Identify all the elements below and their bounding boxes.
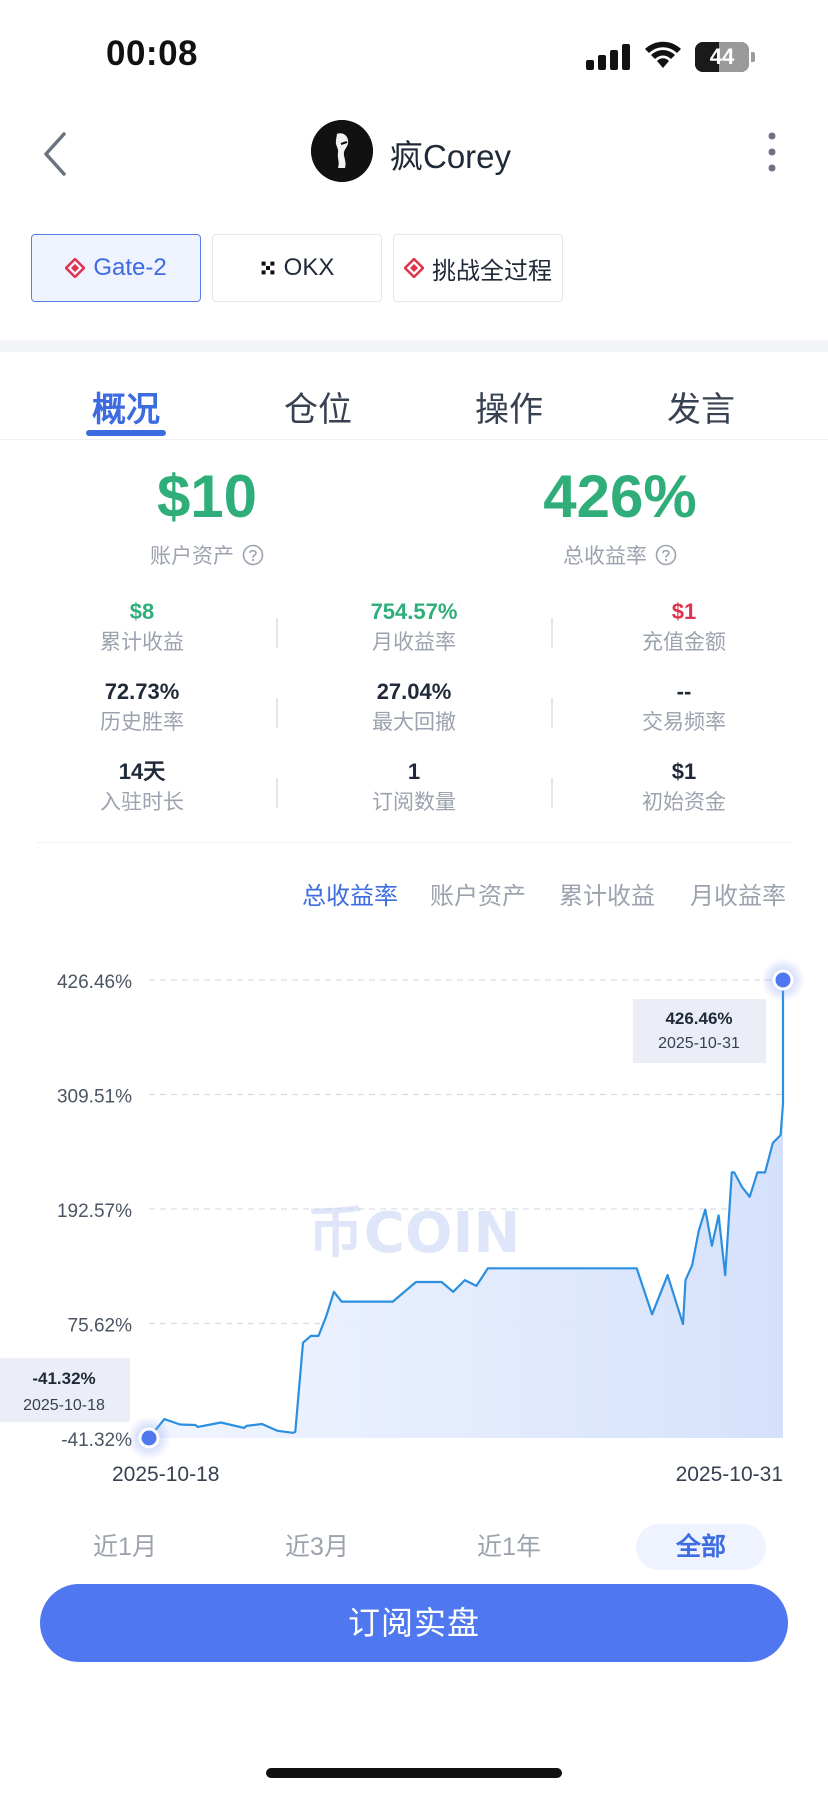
x-tick-label: 2025-10-18	[112, 1463, 219, 1486]
stat-divider	[276, 698, 278, 728]
end-tooltip-date: 2025-10-31	[658, 1035, 740, 1052]
stat-value: 754.57%	[370, 599, 458, 624]
stat-label: 订阅数量	[372, 791, 456, 814]
main-tabs: 概况 仓位 操作 发言	[0, 352, 828, 440]
period-tabs: 近1月 近3月 近1年 全部	[0, 1524, 828, 1574]
stat-label: 月收益率	[372, 631, 456, 654]
stat-cumulative-profit: $8 累计收益	[7, 598, 277, 658]
tab-posts[interactable]: 发言	[641, 382, 761, 431]
stat-divider	[276, 778, 278, 808]
stat-deposit-amount: $1 充值金额	[549, 598, 819, 658]
watermark-logo: 币COIN	[308, 1201, 520, 1266]
y-tick-label: -41.32%	[61, 1430, 132, 1451]
home-indicator	[266, 1768, 562, 1778]
stat-label: 初始资金	[642, 791, 726, 814]
y-tick-label: 75.62%	[68, 1316, 133, 1337]
start-tooltip-value: -41.32%	[32, 1369, 95, 1388]
tab-positions[interactable]: 仓位	[258, 382, 378, 431]
total-return-value: 426%	[543, 463, 697, 530]
stat-monthly-return: 754.57% 月收益率	[279, 598, 549, 658]
y-tick-label: 192.57%	[57, 1201, 132, 1222]
page-title: 疯Corey	[390, 138, 512, 175]
chevron-left-icon[interactable]	[40, 130, 70, 178]
help-icon[interactable]	[242, 544, 264, 566]
battery-icon: 44	[695, 42, 755, 72]
avatar[interactable]	[311, 120, 373, 182]
section-divider	[0, 340, 828, 352]
stat-trade-frequency: -- 交易频率	[549, 678, 819, 738]
y-tick-label: 309.51%	[57, 1087, 132, 1108]
platform-tab-label: OKX	[283, 254, 335, 281]
stat-value: 14天	[118, 759, 166, 784]
stat-value: 72.73%	[104, 679, 180, 704]
stat-label: 最大回撤	[372, 711, 456, 734]
y-tick-label: 426.46%	[57, 972, 132, 993]
stat-label: 入驻时长	[100, 791, 184, 814]
period-tab-3m[interactable]: 近3月	[252, 1524, 382, 1570]
platform-tab-okx[interactable]: OKX	[212, 234, 382, 302]
stat-label: 交易频率	[642, 711, 726, 734]
period-tab-all[interactable]: 全部	[636, 1524, 766, 1570]
account-assets-summary: $10 账户资产	[57, 462, 357, 570]
avatar-image-icon	[311, 120, 373, 182]
stat-duration: 14天 入驻时长	[7, 758, 277, 818]
stat-win-rate: 72.73% 历史胜率	[7, 678, 277, 738]
gate-diamond-icon	[404, 258, 424, 278]
x-tick-label: 2025-10-31	[676, 1463, 783, 1486]
metric-tab-total-return[interactable]: 总收益率	[302, 876, 398, 911]
more-vertical-icon[interactable]	[760, 128, 784, 176]
return-chart[interactable]: 426.46% 309.51% 192.57% 75.62% -41.32% 币COIN -…	[0, 940, 828, 1500]
gate-diamond-icon	[65, 258, 86, 278]
stat-label: 充值金额	[642, 631, 726, 654]
start-point-marker	[138, 1427, 160, 1449]
stat-value: 27.04%	[376, 679, 452, 704]
start-tooltip-date: 2025-10-18	[23, 1397, 105, 1414]
stat-value: $1	[671, 759, 697, 784]
period-tab-1y[interactable]: 近1年	[444, 1524, 574, 1570]
stat-initial-capital: $1 初始资金	[549, 758, 819, 818]
total-return-label: 总收益率	[563, 545, 647, 568]
stat-subscriptions: 1 订阅数量	[279, 758, 549, 818]
stat-value: $8	[129, 599, 155, 624]
account-assets-label: 账户资产	[150, 545, 234, 568]
stat-divider	[276, 618, 278, 648]
platform-tab-gate-2[interactable]: Gate-2	[31, 234, 201, 302]
active-tab-indicator	[86, 430, 166, 436]
account-assets-value: $10	[156, 463, 258, 530]
platform-tab-label: Gate-2	[93, 254, 167, 281]
tab-overview[interactable]: 概况	[66, 382, 186, 431]
stat-max-drawdown: 27.04% 最大回撤	[279, 678, 549, 738]
stat-label: 历史胜率	[100, 711, 184, 734]
help-icon[interactable]	[655, 544, 677, 566]
metric-tab-monthly-return[interactable]: 月收益率	[690, 876, 786, 911]
stat-value: --	[676, 679, 692, 704]
okx-logo-icon	[261, 261, 275, 275]
status-time: 00:08	[106, 34, 199, 73]
stat-divider	[551, 698, 553, 728]
platform-tab-challenge[interactable]: 挑战全过程	[393, 234, 563, 302]
tab-operations[interactable]: 操作	[449, 382, 569, 431]
period-tab-1m[interactable]: 近1月	[60, 1524, 190, 1570]
wifi-icon	[645, 41, 681, 68]
end-tooltip-value: 426.46%	[665, 1009, 732, 1028]
stat-divider	[551, 618, 553, 648]
stat-value: 1	[407, 759, 421, 784]
stat-label: 累计收益	[100, 631, 184, 654]
cellular-signal-icon	[586, 44, 630, 70]
platform-tab-label: 挑战全过程	[432, 257, 552, 285]
stat-value: $1	[671, 599, 697, 624]
metric-tab-account-assets[interactable]: 账户资产	[430, 876, 526, 911]
status-bar: 00:08 44	[0, 0, 828, 110]
subscribe-button[interactable]: 订阅实盘	[40, 1584, 788, 1662]
metric-tab-cumulative-profit[interactable]: 累计收益	[559, 876, 655, 911]
nav-bar: 疯Corey	[0, 110, 828, 200]
total-return-summary: 426% 总收益率	[470, 462, 770, 570]
battery-level: 44	[709, 44, 735, 69]
end-point-marker	[772, 969, 794, 991]
divider	[36, 842, 792, 843]
metric-tabs: 总收益率 账户资产 累计收益 月收益率	[0, 876, 828, 912]
stat-divider	[551, 778, 553, 808]
